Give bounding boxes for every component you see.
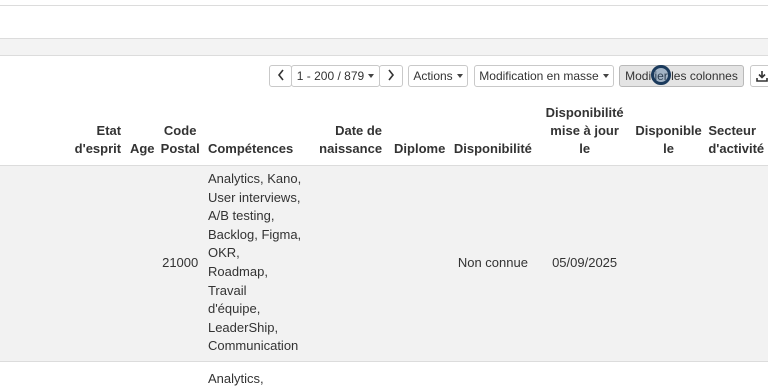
bulk-edit-dropdown[interactable]: Modification en masse: [474, 65, 614, 87]
cell-secteur: [704, 361, 768, 388]
skill-line: Communication: [208, 337, 309, 356]
column-header-disponibilite-maj[interactable]: Disponibilité mise à jour le: [536, 98, 632, 165]
column-header-etat-esprit[interactable]: Etat d'esprit: [64, 98, 126, 165]
cell-blank: [0, 361, 64, 388]
cell-code-postal: [158, 361, 202, 388]
chevron-right-icon: [387, 69, 395, 83]
skill-line: Analytics,: [208, 370, 309, 388]
header-line: Postal: [161, 141, 200, 156]
table-header-row: Etatd'esprit Age CodePostal Compétences …: [0, 98, 768, 165]
cell-etat-esprit: [64, 361, 126, 388]
edit-columns-label: Modifier les colonnes: [625, 69, 738, 83]
column-header-code-postal[interactable]: Code Postal: [158, 98, 202, 165]
column-header-competences[interactable]: Compétences: [202, 98, 309, 165]
table-row[interactable]: 21000 Analytics, Kano, User interviews, …: [0, 165, 768, 361]
column-header-blank: [0, 98, 64, 165]
cell-diplome: [390, 361, 449, 388]
header-line: le: [579, 141, 590, 156]
top-divider: [0, 5, 768, 6]
cell-disponibilite-maj: [536, 361, 632, 388]
cell-age: [126, 165, 158, 361]
header-line: naissance: [319, 141, 382, 156]
skill-line: A/B testing,: [208, 207, 309, 226]
cell-date-naissance: [309, 165, 390, 361]
cell-competences: Analytics, Kano, User interviews, A/B te…: [202, 165, 309, 361]
cell-blank: [0, 165, 64, 361]
header-line: Secteur: [708, 123, 756, 138]
cell-disponibilite: Non connue: [449, 165, 536, 361]
header-line: Disponibilité: [546, 105, 624, 120]
caret-down-icon: [457, 74, 463, 78]
header-line: Compétences: [208, 141, 293, 156]
cell-diplome: [390, 165, 449, 361]
cell-code-postal: 21000: [158, 165, 202, 361]
cell-secteur: [704, 165, 768, 361]
cell-disponible-le: [633, 165, 705, 361]
column-header-diplome[interactable]: Diplome: [390, 98, 449, 165]
skill-line: User interviews,: [208, 189, 309, 208]
cell-competences: Analytics,: [202, 361, 309, 388]
skill-line: Roadmap,: [208, 263, 309, 282]
pagination-range-label: 1 - 200 / 879: [297, 69, 364, 83]
pagination-range-dropdown[interactable]: 1 - 200 / 879: [291, 65, 380, 87]
column-header-date-naissance[interactable]: Date de naissance: [309, 98, 390, 165]
cell-disponible-le: [633, 361, 705, 388]
download-button[interactable]: [750, 65, 768, 87]
table-row[interactable]: Analytics,: [0, 361, 768, 388]
header-line: Etat: [97, 123, 122, 138]
caret-down-icon: [368, 74, 374, 78]
download-icon: [756, 70, 768, 82]
header-line: d'activité: [708, 141, 764, 156]
header-line: Disponible: [635, 123, 701, 138]
column-header-disponibilite[interactable]: Disponibilité: [449, 98, 536, 165]
cell-disponibilite: [449, 361, 536, 388]
candidates-table: Etatd'esprit Age CodePostal Compétences …: [0, 98, 768, 388]
header-line: mise à jour: [550, 123, 619, 138]
pagination-prev-button[interactable]: [269, 65, 292, 87]
header-line: le: [663, 141, 674, 156]
header-line: Date de: [335, 123, 382, 138]
column-header-disponible-le[interactable]: Disponible le: [633, 98, 705, 165]
cell-date-naissance: [309, 361, 390, 388]
column-header-secteur[interactable]: Secteur d'activité: [704, 98, 768, 165]
skill-line: LeaderShip,: [208, 319, 309, 338]
edit-columns-button[interactable]: Modifier les colonnes: [619, 65, 744, 87]
skill-line: Backlog, Figma,: [208, 226, 309, 245]
chevron-left-icon: [277, 69, 285, 83]
header-line: d'esprit: [75, 141, 121, 156]
actions-label: Actions: [413, 69, 452, 83]
pagination-next-button[interactable]: [379, 65, 403, 87]
actions-dropdown[interactable]: Actions: [408, 65, 468, 87]
cell-etat-esprit: [64, 165, 126, 361]
cell-age: [126, 361, 158, 388]
cell-disponibilite-maj: 05/09/2025: [536, 165, 632, 361]
skill-line: OKR,: [208, 244, 309, 263]
caret-down-icon: [603, 74, 609, 78]
column-header-age[interactable]: Age: [126, 98, 158, 165]
header-line: Age: [130, 141, 155, 156]
skill-line: Travail: [208, 282, 309, 301]
bulk-edit-label: Modification en masse: [479, 69, 598, 83]
skill-line: Analytics, Kano,: [208, 170, 309, 189]
header-line: Disponibilité: [454, 141, 532, 156]
header-line: Diplome: [394, 141, 445, 156]
header-line: Code: [164, 123, 197, 138]
mouse-cursor-indicator: [651, 65, 671, 85]
skill-line: d'équipe,: [208, 300, 309, 319]
